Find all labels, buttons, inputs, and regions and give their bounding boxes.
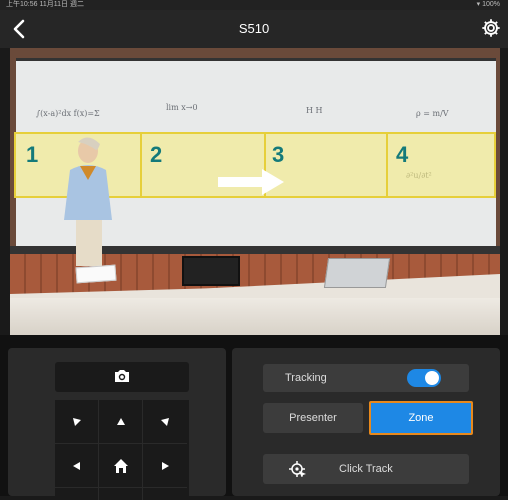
pan-down-left-button[interactable] — [55, 488, 99, 500]
pan-down-right-button[interactable] — [143, 488, 187, 500]
ptz-dpad — [55, 400, 189, 500]
arrow-left-icon — [72, 461, 80, 470]
status-battery: ▾ 100% — [476, 1, 500, 8]
presenter-mode-button[interactable]: Presenter — [263, 403, 363, 433]
toggle-knob — [425, 371, 439, 385]
paper-on-desk — [75, 264, 117, 284]
page-title: S510 — [238, 21, 270, 36]
nav-bar: S510 — [0, 10, 508, 48]
pan-up-right-button[interactable] — [143, 400, 187, 444]
tilt-down-button[interactable] — [99, 488, 143, 500]
control-panel: Tracking Presenter Zone Click Track — [0, 335, 508, 500]
laptop — [323, 258, 391, 288]
click-target-icon — [289, 461, 306, 477]
zone-label-3: 3 — [272, 142, 285, 167]
settings-button[interactable] — [480, 17, 502, 39]
zone-label-2: 2 — [150, 142, 163, 167]
home-icon — [113, 458, 128, 473]
pan-up-left-button[interactable] — [55, 400, 99, 444]
snapshot-button[interactable] — [55, 362, 189, 392]
zone-divider — [140, 134, 142, 196]
camera-preview[interactable]: ∫(x-a)²dx f(x)=Σ lim x→0 H H ρ = m/V ∂²u… — [10, 48, 500, 335]
camera-icon — [115, 370, 129, 382]
zone-label-4: 4 — [396, 142, 409, 167]
tracking-row: Tracking — [263, 364, 469, 392]
ptz-panel — [8, 348, 226, 500]
monitor — [182, 256, 240, 286]
click-track-label: Click Track — [339, 463, 393, 475]
tracking-panel: Tracking Presenter Zone Click Track — [232, 348, 500, 496]
home-button[interactable] — [99, 444, 143, 488]
tracking-toggle[interactable] — [407, 369, 441, 387]
gear-icon — [482, 19, 500, 37]
arrow-right-icon — [218, 169, 284, 195]
status-time: 上午10:56 11月11日 週二 — [6, 1, 84, 8]
pan-left-button[interactable] — [55, 444, 99, 488]
arrow-up-icon — [116, 417, 125, 425]
arrow-up-left-icon — [72, 417, 81, 426]
zone-mode-button[interactable]: Zone — [369, 401, 473, 435]
tracking-label: Tracking — [285, 372, 327, 384]
arrow-up-right-icon — [161, 417, 169, 426]
zone-divider — [386, 134, 388, 196]
presenter-figure — [64, 137, 112, 266]
click-track-button[interactable]: Click Track — [263, 454, 469, 484]
tilt-up-button[interactable] — [99, 400, 143, 444]
status-bar: 上午10:56 11月11日 週二 ▾ 100% — [0, 0, 508, 10]
desk-front — [10, 298, 500, 335]
arrow-right-icon — [162, 461, 169, 470]
zone-label-1: 1 — [26, 142, 39, 167]
pan-right-button[interactable] — [143, 444, 187, 488]
